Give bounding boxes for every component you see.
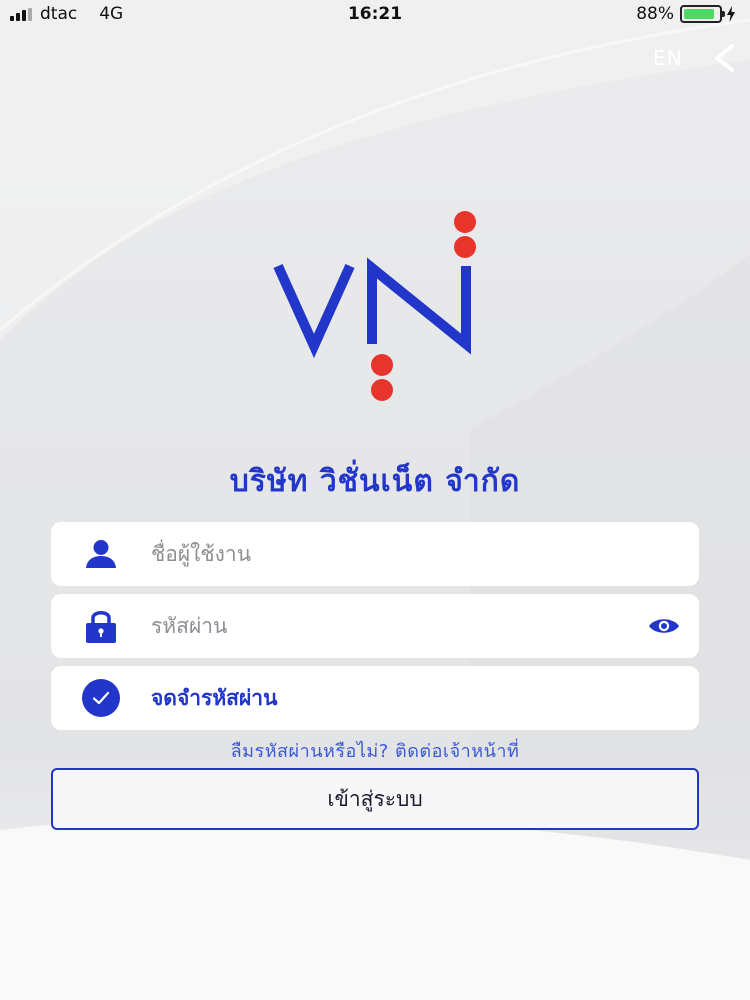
lock-icon-wrap xyxy=(51,594,151,658)
username-input[interactable] xyxy=(151,522,699,586)
battery-percent: 88% xyxy=(636,4,674,24)
chevron-left-icon[interactable] xyxy=(712,44,736,72)
remember-password-label: จดจำรหัสผ่าน xyxy=(151,685,278,710)
language-toggle[interactable]: EN xyxy=(653,46,683,70)
charging-bolt-icon xyxy=(727,6,735,22)
username-row[interactable] xyxy=(51,522,699,586)
lock-icon xyxy=(86,611,116,643)
show-password-button[interactable] xyxy=(629,594,699,658)
company-name: บริษัท วิชั่นเน็ต จำกัด xyxy=(229,464,521,499)
battery-level-fill xyxy=(684,9,714,19)
status-right: 88% xyxy=(636,4,736,24)
user-icon xyxy=(86,540,116,568)
status-bar: dtac 4G 16:21 88% xyxy=(0,0,750,30)
user-icon-wrap xyxy=(51,522,151,586)
password-input[interactable] xyxy=(151,594,629,658)
remember-password-row[interactable]: จดจำรหัสผ่าน xyxy=(51,666,699,730)
eye-icon xyxy=(649,619,679,633)
login-button[interactable]: เข้าสู่ระบบ xyxy=(51,768,699,830)
battery-icon xyxy=(680,5,725,23)
forgot-password-link[interactable]: ลืมรหัสผ่านหรือไม่? ติดต่อเจ้าหน้าที่ xyxy=(0,736,750,765)
checkmark-circle-icon xyxy=(82,679,120,717)
company-logo xyxy=(273,211,476,401)
remember-checkbox[interactable] xyxy=(51,666,151,730)
password-row[interactable] xyxy=(51,594,699,658)
